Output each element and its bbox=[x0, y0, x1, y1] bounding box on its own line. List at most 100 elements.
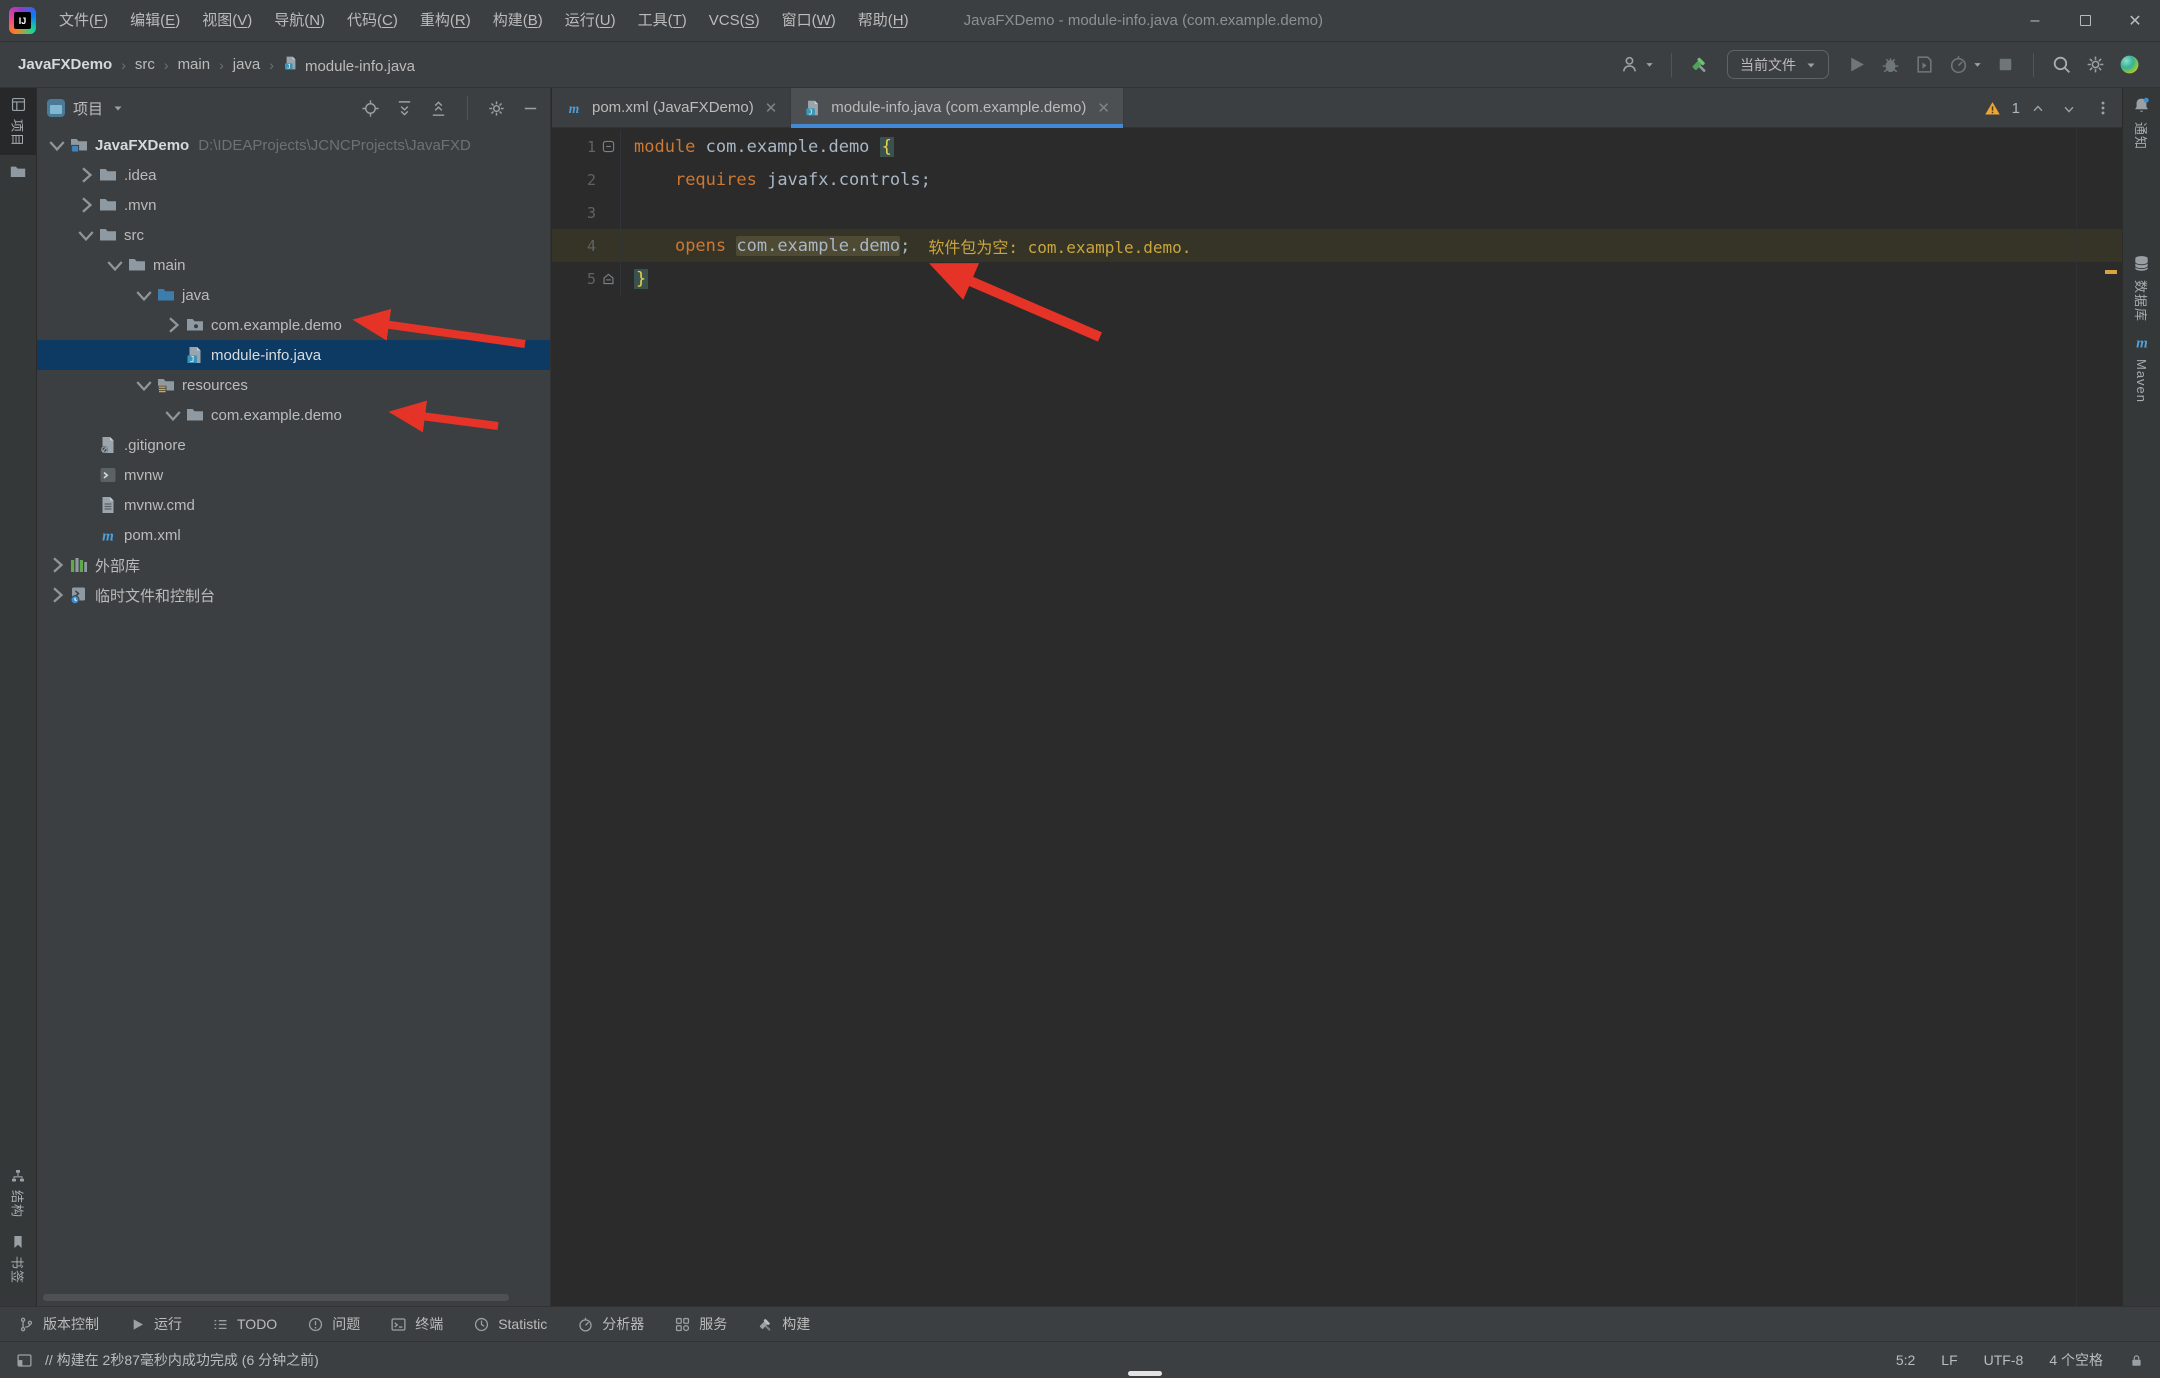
toolwindow-button-版本控制[interactable]: 版本控制 bbox=[18, 1314, 99, 1334]
tree-item[interactable]: JavaFXDemoD:\IDEAProjects\JCNCProjects\J… bbox=[37, 130, 550, 160]
caret-position[interactable]: 5:2 bbox=[1896, 1352, 1915, 1368]
tree-item[interactable]: .idea bbox=[37, 160, 550, 190]
breadcrumb-item[interactable]: Jmodule-info.java bbox=[281, 53, 417, 77]
code-line[interactable]: 3 bbox=[552, 196, 2122, 229]
breadcrumb-item[interactable]: main bbox=[176, 54, 213, 75]
toolwindow-switcher-icon[interactable] bbox=[16, 1352, 33, 1369]
breadcrumb-item[interactable]: src bbox=[133, 54, 157, 75]
error-stripe-warning-mark[interactable] bbox=[2105, 270, 2117, 274]
tree-item[interactable]: 外部库 bbox=[37, 550, 550, 580]
file-encoding[interactable]: UTF-8 bbox=[1984, 1352, 2024, 1368]
code-line[interactable]: 5} bbox=[552, 262, 2122, 295]
inspections-widget[interactable]: 1 bbox=[1984, 100, 2076, 117]
debug-button[interactable] bbox=[1880, 54, 1901, 75]
code-line[interactable]: 1module com.example.demo { bbox=[552, 130, 2122, 163]
toolwindow-button-服务[interactable]: 服务 bbox=[674, 1314, 727, 1334]
tree-item[interactable]: src bbox=[37, 220, 550, 250]
more-tabs-icon[interactable] bbox=[2094, 99, 2112, 117]
tree-item[interactable]: mvnw bbox=[37, 460, 550, 490]
chevron-right-icon[interactable] bbox=[161, 316, 185, 334]
menu-item[interactable]: 工具(T) bbox=[627, 0, 698, 42]
run-configuration-combo[interactable]: 当前文件 bbox=[1727, 50, 1829, 79]
toolwindow-button-structure[interactable]: 结构 bbox=[0, 1160, 36, 1226]
toolwindow-button-数据库[interactable]: 数据库 bbox=[2132, 254, 2151, 322]
editor-tab[interactable]: mpom.xml (JavaFXDemo)✕ bbox=[552, 88, 791, 127]
chevron-down-icon[interactable] bbox=[132, 376, 156, 394]
toolwindow-button-project[interactable]: 项目 bbox=[0, 88, 36, 155]
toolwindow-button-通知[interactable]: 通知 bbox=[2132, 96, 2151, 150]
toolwindow-button-分析器[interactable]: 分析器 bbox=[577, 1314, 644, 1334]
menu-item[interactable]: VCS(S) bbox=[698, 0, 771, 42]
tab-list-icon[interactable] bbox=[2094, 88, 2122, 127]
hide-icon[interactable] bbox=[521, 99, 540, 118]
menu-item[interactable]: 代码(C) bbox=[336, 0, 409, 42]
menu-item[interactable]: 窗口(W) bbox=[771, 0, 847, 42]
tree-item[interactable]: Jmodule-info.java bbox=[37, 340, 550, 370]
minimize-button[interactable]: – bbox=[2010, 0, 2060, 42]
toolwindow-button-构建[interactable]: 构建 bbox=[757, 1314, 810, 1334]
breadcrumb-item[interactable]: java bbox=[231, 54, 263, 75]
editor-surface[interactable]: 1module com.example.demo {2 requires jav… bbox=[552, 128, 2122, 1306]
fold-marker-icon[interactable] bbox=[596, 140, 620, 153]
search-everywhere-button[interactable] bbox=[2051, 54, 2072, 75]
menu-item[interactable]: 导航(N) bbox=[263, 0, 336, 42]
close-button[interactable]: ✕ bbox=[2110, 0, 2160, 42]
collapse-all-icon[interactable] bbox=[429, 99, 448, 118]
stop-button[interactable] bbox=[1995, 54, 2016, 75]
fold-minus-icon[interactable] bbox=[602, 140, 615, 153]
chevron-down-icon[interactable] bbox=[132, 286, 156, 304]
menu-item[interactable]: 帮助(H) bbox=[847, 0, 920, 42]
ide-features-button[interactable] bbox=[2119, 54, 2140, 75]
next-problem-icon[interactable] bbox=[2062, 102, 2076, 116]
chevron-down-icon[interactable] bbox=[161, 406, 185, 424]
tree-item[interactable]: com.example.demo bbox=[37, 310, 550, 340]
chevron-down-icon[interactable] bbox=[103, 256, 127, 274]
toolwindow-button-运行[interactable]: 运行 bbox=[129, 1314, 182, 1334]
project-panel-title[interactable]: 项目 bbox=[73, 98, 103, 119]
close-icon[interactable]: ✕ bbox=[1097, 99, 1110, 117]
chevron-down-icon[interactable] bbox=[74, 226, 98, 244]
select-opened-file-icon[interactable] bbox=[361, 99, 380, 118]
menu-item[interactable]: 重构(R) bbox=[409, 0, 482, 42]
options-icon[interactable] bbox=[487, 99, 506, 118]
toolwindow-button-folder[interactable] bbox=[0, 155, 36, 189]
tree-item[interactable]: resources bbox=[37, 370, 550, 400]
fold-end-icon[interactable] bbox=[602, 272, 615, 285]
run-with-coverage-button[interactable] bbox=[1914, 54, 1935, 75]
run-button[interactable] bbox=[1846, 54, 1867, 75]
chevron-down-icon[interactable] bbox=[45, 136, 69, 154]
chevron-right-icon[interactable] bbox=[74, 196, 98, 214]
horizontal-scrollbar[interactable] bbox=[43, 1294, 509, 1301]
chevron-right-icon[interactable] bbox=[45, 586, 69, 604]
maximize-button[interactable] bbox=[2060, 0, 2110, 42]
toolwindow-button-Maven[interactable]: mMaven bbox=[2132, 332, 2152, 403]
menu-item[interactable]: 构建(B) bbox=[482, 0, 554, 42]
build-button[interactable] bbox=[1689, 54, 1710, 75]
code-line[interactable]: 4 opens com.example.demo;软件包为空: com.exam… bbox=[552, 229, 2122, 262]
settings-button[interactable] bbox=[2085, 54, 2106, 75]
tree-item[interactable]: mvnw.cmd bbox=[37, 490, 550, 520]
menu-item[interactable]: 文件(F) bbox=[48, 0, 119, 42]
tree-item[interactable]: .mvn bbox=[37, 190, 550, 220]
editor-tab[interactable]: Jmodule-info.java (com.example.demo)✕ bbox=[791, 88, 1124, 127]
breadcrumb-item[interactable]: JavaFXDemo bbox=[16, 54, 114, 75]
lock-icon[interactable] bbox=[2129, 1353, 2144, 1368]
toolwindow-button-Statistic[interactable]: Statistic bbox=[473, 1316, 547, 1333]
code-with-me-button[interactable] bbox=[1620, 54, 1654, 75]
close-icon[interactable]: ✕ bbox=[765, 99, 778, 117]
expand-all-icon[interactable] bbox=[395, 99, 414, 118]
fold-marker-icon[interactable] bbox=[596, 272, 620, 285]
tree-item[interactable]: main bbox=[37, 250, 550, 280]
tree-item[interactable]: mpom.xml bbox=[37, 520, 550, 550]
menu-item[interactable]: 视图(V) bbox=[191, 0, 263, 42]
toolwindow-button-终端[interactable]: 终端 bbox=[390, 1314, 443, 1334]
menu-item[interactable]: 运行(U) bbox=[554, 0, 627, 42]
chevron-right-icon[interactable] bbox=[45, 556, 69, 574]
toolwindow-button-TODO[interactable]: TODO bbox=[212, 1316, 277, 1333]
tree-item[interactable]: com.example.demo bbox=[37, 400, 550, 430]
code-line[interactable]: 2 requires javafx.controls; bbox=[552, 163, 2122, 196]
tree-item[interactable]: 临时文件和控制台 bbox=[37, 580, 550, 610]
tree-item[interactable]: .gitignore bbox=[37, 430, 550, 460]
prev-problem-icon[interactable] bbox=[2031, 102, 2045, 116]
toolwindow-button-问题[interactable]: 问题 bbox=[307, 1314, 360, 1334]
